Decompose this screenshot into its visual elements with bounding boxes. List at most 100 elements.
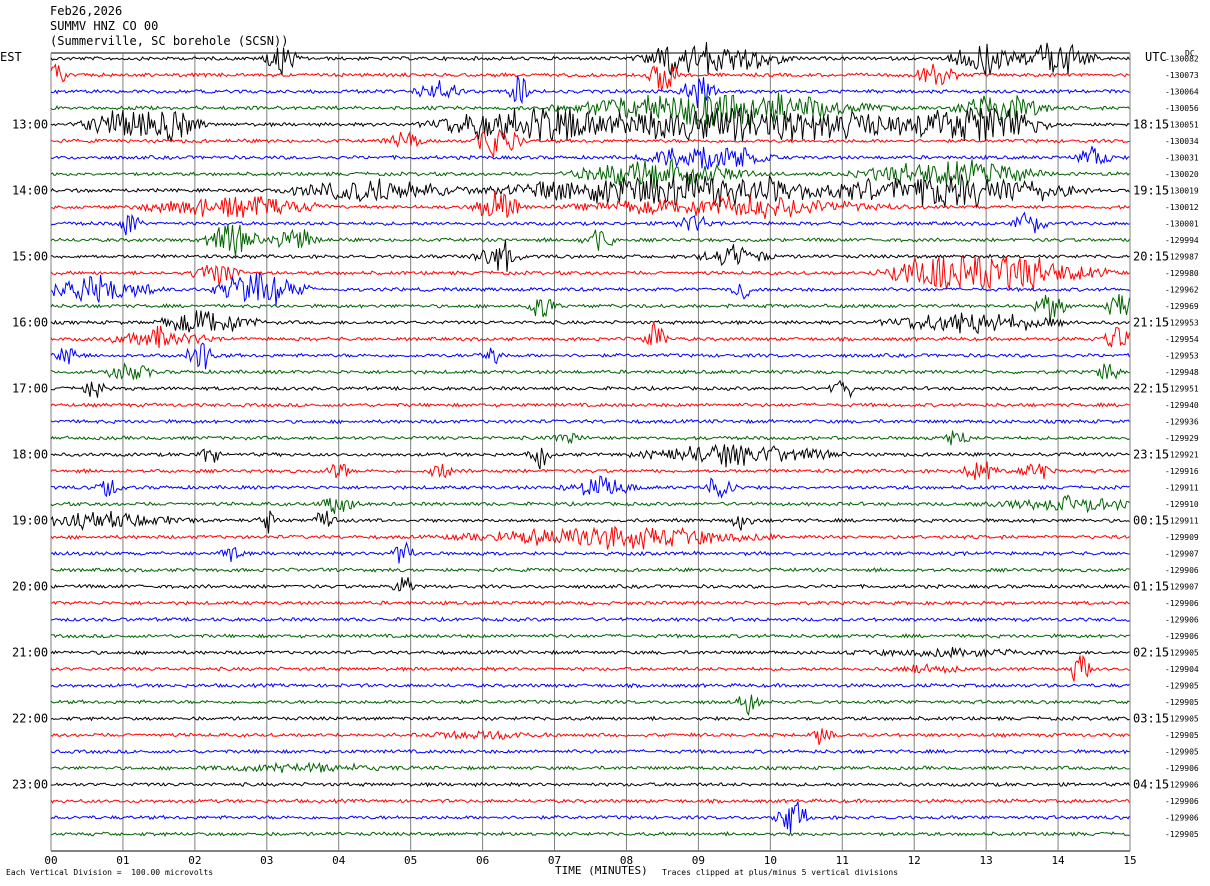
x-tick-label: 05	[404, 854, 417, 867]
dc-offset-label: -129905	[1165, 649, 1199, 658]
seismic-trace	[50, 475, 1130, 499]
seismic-trace	[50, 342, 1130, 370]
left-hour-label: 16:00	[12, 316, 48, 330]
seismic-trace	[50, 567, 1130, 573]
seismic-trace	[50, 92, 1130, 126]
dc-offset-label: -129987	[1165, 253, 1199, 262]
seismic-trace	[50, 146, 1130, 170]
seismic-trace	[50, 633, 1130, 639]
clip-note: Traces clipped at plus/minus 5 vertical …	[662, 868, 899, 877]
x-tick-label: 11	[836, 854, 849, 867]
dc-offset-label: -130082	[1165, 55, 1199, 64]
x-tick-label: 03	[260, 854, 273, 867]
dc-offset-label: -129905	[1165, 682, 1199, 691]
seismic-trace	[50, 616, 1130, 623]
seismic-trace	[50, 211, 1130, 236]
right-hour-label: 22:15	[1133, 382, 1169, 396]
left-hour-label: 14:00	[12, 184, 48, 198]
dc-offset-label: -130019	[1165, 187, 1199, 196]
dc-offset-label: -129906	[1165, 797, 1199, 806]
dc-offset-label: -129905	[1165, 830, 1199, 839]
dc-offset-label: -129906	[1165, 814, 1199, 823]
helicorder-plot: 00 01 02 03 04 05 06 07 08 09 10 11 12 13 14 1513:0014:…	[12, 41, 1199, 867]
right-hour-label: 00:15	[1133, 514, 1169, 528]
dc-offset-label: -129905	[1165, 748, 1199, 757]
seismic-trace	[50, 128, 1130, 158]
dc-offset-label: -129969	[1165, 302, 1199, 311]
x-tick-label: 10	[764, 854, 777, 867]
seismic-trace	[50, 106, 1130, 142]
x-tick-label: 02	[188, 854, 201, 867]
seismic-trace	[50, 525, 1130, 550]
left-hour-label: 22:00	[12, 712, 48, 726]
seismic-trace	[50, 801, 1130, 834]
x-tick-label: 00	[44, 854, 57, 867]
x-tick-label: 04	[332, 854, 346, 867]
seismic-trace	[50, 41, 1130, 76]
dc-offset-label: -129929	[1165, 434, 1199, 443]
seismic-trace	[50, 173, 1130, 209]
dc-offset-label: -130034	[1165, 137, 1199, 146]
dc-offset-label: -129951	[1165, 385, 1199, 394]
x-tick-label: 13	[980, 854, 993, 867]
dc-offset-label: -130064	[1165, 88, 1199, 97]
right-hour-label: 23:15	[1133, 448, 1169, 462]
dc-offset-label: -130031	[1165, 154, 1199, 163]
dc-offset-label: -129948	[1165, 368, 1199, 377]
trace-layer	[50, 41, 1130, 837]
seismic-trace	[50, 443, 1130, 470]
seismic-trace	[50, 600, 1130, 606]
seismic-trace	[50, 362, 1130, 380]
dc-offset-label: -129962	[1165, 286, 1199, 295]
dc-offset-label: -129953	[1165, 352, 1199, 361]
right-hour-label: 18:15	[1133, 118, 1169, 132]
seismic-trace	[50, 831, 1130, 837]
dc-offset-label: -129916	[1165, 467, 1199, 476]
left-hour-label: 15:00	[12, 250, 48, 264]
seismic-trace	[50, 728, 1130, 745]
left-hour-label: 18:00	[12, 448, 48, 462]
seismic-trace	[50, 63, 1130, 92]
seismic-trace	[50, 715, 1130, 722]
x-axis-title: TIME (MINUTES)	[555, 864, 648, 877]
dc-offset-label: -129911	[1165, 517, 1199, 526]
right-hour-label: 04:15	[1133, 778, 1169, 792]
seismic-trace	[50, 748, 1130, 755]
dc-offset-label: -129940	[1165, 401, 1199, 410]
seismic-trace	[50, 577, 1130, 592]
dc-offset-label: -129906	[1165, 781, 1199, 790]
left-hour-label: 19:00	[12, 514, 48, 528]
dc-offset-label: -129907	[1165, 583, 1199, 592]
left-hour-label: 21:00	[12, 646, 48, 660]
x-tick-label: 15	[1123, 854, 1136, 867]
dc-offset-label: -129953	[1165, 319, 1199, 328]
dc-offset-label: -130056	[1165, 104, 1199, 113]
left-hour-label: 23:00	[12, 778, 48, 792]
dc-offset-label: -129906	[1165, 616, 1199, 625]
dc-offset-label: -129994	[1165, 236, 1199, 245]
dc-offset-label: -129905	[1165, 698, 1199, 707]
left-hour-label: 20:00	[12, 580, 48, 594]
x-tick-label: 01	[116, 854, 129, 867]
dc-offset-label: -129954	[1165, 335, 1199, 344]
seismic-trace	[50, 379, 1130, 399]
seismic-trace	[50, 239, 1130, 272]
seismic-trace	[50, 418, 1130, 425]
dc-offset-label: -129909	[1165, 533, 1199, 542]
dc-offset-label: -130012	[1165, 203, 1199, 212]
seismic-trace	[50, 224, 1130, 257]
seismic-trace	[50, 654, 1130, 682]
seismic-trace	[50, 798, 1130, 805]
right-hour-label: 20:15	[1133, 250, 1169, 264]
dc-offset-label: -130051	[1165, 121, 1199, 130]
seismic-trace	[50, 271, 1130, 307]
seismic-trace	[50, 541, 1130, 564]
scale-note: Each Vertical Division = 100.00 microvol…	[6, 868, 214, 877]
left-hour-label: 13:00	[12, 118, 48, 132]
seismic-trace	[50, 761, 1130, 773]
seismic-trace	[50, 190, 1130, 219]
dc-offset-label: -129904	[1165, 665, 1199, 674]
right-hour-label: 02:15	[1133, 646, 1169, 660]
seismic-trace	[50, 321, 1130, 349]
seismic-trace	[50, 461, 1130, 480]
